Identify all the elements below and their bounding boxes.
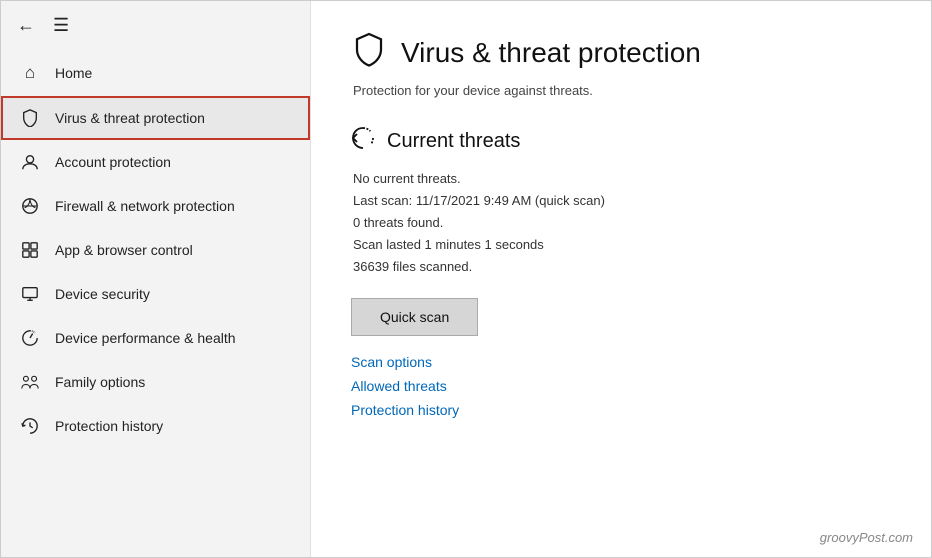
page-header: Virus & threat protection [351,31,891,75]
device-security-icon [19,285,41,303]
protection-history-link[interactable]: Protection history [351,402,891,418]
section-header: Current threats [351,126,891,156]
allowed-threats-link[interactable]: Allowed threats [351,378,891,394]
threat-line-4: Scan lasted 1 minutes 1 seconds [353,234,891,256]
sidebar-item-label: Family options [55,374,145,391]
sidebar-item-label: Home [55,65,92,82]
threat-line-5: 36639 files scanned. [353,256,891,278]
sidebar-item-label: Device performance & health [55,330,236,347]
quick-scan-button[interactable]: Quick scan [351,298,478,336]
protection-history-icon [19,417,41,435]
sidebar-item-label: Protection history [55,418,163,435]
sidebar-item-label: App & browser control [55,242,193,259]
back-icon[interactable]: ← [17,15,35,36]
account-icon [19,153,41,171]
sidebar-item-account[interactable]: Account protection [1,140,310,184]
sidebar-item-app-browser[interactable]: App & browser control [1,228,310,272]
watermark: groovyPost.com [820,530,913,545]
threats-info: No current threats. Last scan: 11/17/202… [353,168,891,278]
sidebar-nav: ⌂ Home Virus & threat protection [1,50,310,448]
hamburger-icon[interactable]: ☰ [53,15,69,36]
firewall-icon [19,197,41,215]
page-subtitle: Protection for your device against threa… [353,83,891,98]
scan-options-link[interactable]: Scan options [351,354,891,370]
sidebar-top: ← ☰ [1,1,310,46]
sidebar-item-label: Device security [55,286,150,303]
threat-line-3: 0 threats found. [353,212,891,234]
sidebar-item-virus-threat[interactable]: Virus & threat protection [1,96,310,140]
sidebar-item-device-security[interactable]: Device security [1,272,310,316]
page-title: Virus & threat protection [401,37,701,69]
page-header-shield-icon [351,31,387,75]
threat-line-1: No current threats. [353,168,891,190]
sidebar-item-label: Virus & threat protection [55,110,205,127]
family-icon [19,373,41,391]
sidebar: ← ☰ ⌂ Home Virus & threat protection [1,1,311,557]
app-browser-icon [19,241,41,259]
shield-icon [19,109,41,127]
threat-line-2: Last scan: 11/17/2021 9:49 AM (quick sca… [353,190,891,212]
main-wrapper: Virus & threat protection Protection for… [311,1,931,557]
home-icon: ⌂ [19,63,41,83]
section-title: Current threats [387,130,520,153]
sidebar-item-device-performance[interactable]: Device performance & health [1,316,310,360]
sidebar-item-label: Firewall & network protection [55,198,235,215]
current-threats-icon [351,126,375,156]
sidebar-item-protection-history[interactable]: Protection history [1,404,310,448]
sidebar-item-family[interactable]: Family options [1,360,310,404]
device-performance-icon [19,329,41,347]
sidebar-item-label: Account protection [55,154,171,171]
main-content: Virus & threat protection Protection for… [311,1,931,557]
sidebar-item-firewall[interactable]: Firewall & network protection [1,184,310,228]
sidebar-item-home[interactable]: ⌂ Home [1,50,310,96]
